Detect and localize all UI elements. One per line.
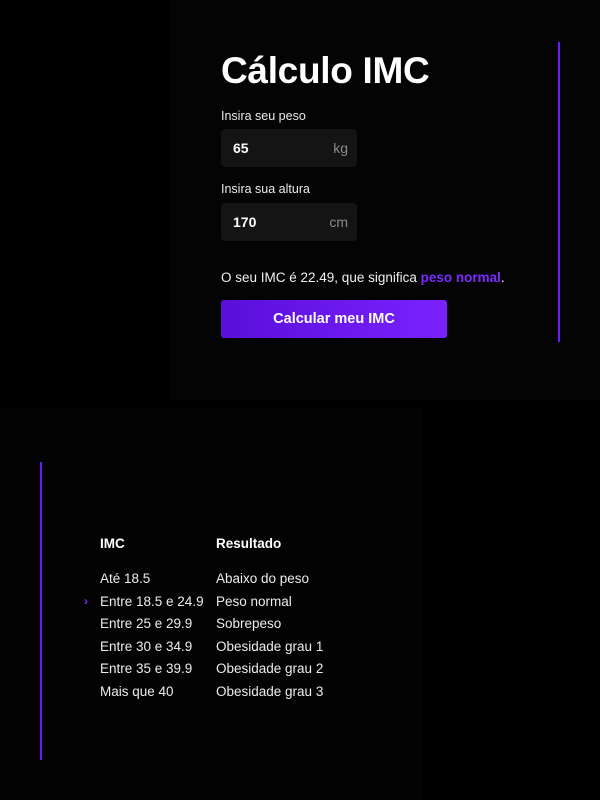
weight-field: kg	[221, 129, 357, 167]
result-prefix: O seu IMC é 22.49, que significa	[221, 270, 421, 285]
result-text: O seu IMC é 22.49, que significa peso no…	[221, 270, 505, 285]
header-imc: IMC	[100, 536, 125, 551]
calculator-accent-line	[558, 42, 560, 342]
chevron-right-icon: ›	[84, 594, 88, 608]
height-input[interactable]	[233, 214, 313, 230]
row-range: Mais que 40	[100, 684, 174, 699]
table-row-selected: › Entre 18.5 e 24.9 Peso normal	[84, 594, 400, 614]
row-range: Entre 18.5 e 24.9	[100, 594, 204, 609]
row-result: Abaixo do peso	[216, 571, 310, 586]
row-range: Entre 25 e 29.9	[100, 616, 193, 631]
row-result: Obesidade grau 1	[216, 639, 324, 654]
calculate-button[interactable]: Calcular meu IMC	[221, 300, 447, 338]
row-range: Até 18.5	[100, 571, 151, 586]
row-range: Entre 30 e 34.9	[100, 639, 193, 654]
table-accent-line	[40, 462, 42, 760]
weight-unit: kg	[333, 140, 348, 156]
result-classification: peso normal	[420, 270, 501, 285]
header-result: Resultado	[216, 536, 282, 551]
row-result: Sobrepeso	[216, 616, 282, 631]
height-label: Insira sua altura	[221, 182, 310, 196]
result-suffix: .	[500, 270, 505, 285]
table-row: Até 18.5 Abaixo do peso	[100, 571, 400, 591]
row-result: Obesidade grau 2	[216, 661, 324, 676]
table-row: Entre 25 e 29.9 Sobrepeso	[100, 616, 400, 636]
table-row: Entre 30 e 34.9 Obesidade grau 1	[100, 639, 400, 659]
height-field: cm	[221, 203, 357, 241]
weight-input[interactable]	[233, 140, 313, 156]
height-unit: cm	[329, 214, 348, 230]
row-result: Obesidade grau 3	[216, 684, 324, 699]
page-title: Cálculo IMC	[221, 50, 430, 91]
table-row: Mais que 40 Obesidade grau 3	[100, 684, 400, 704]
row-range: Entre 35 e 39.9	[100, 661, 193, 676]
row-result: Peso normal	[216, 594, 292, 609]
weight-label: Insira seu peso	[221, 109, 306, 123]
table-row: Entre 35 e 39.9 Obesidade grau 2	[100, 661, 400, 681]
